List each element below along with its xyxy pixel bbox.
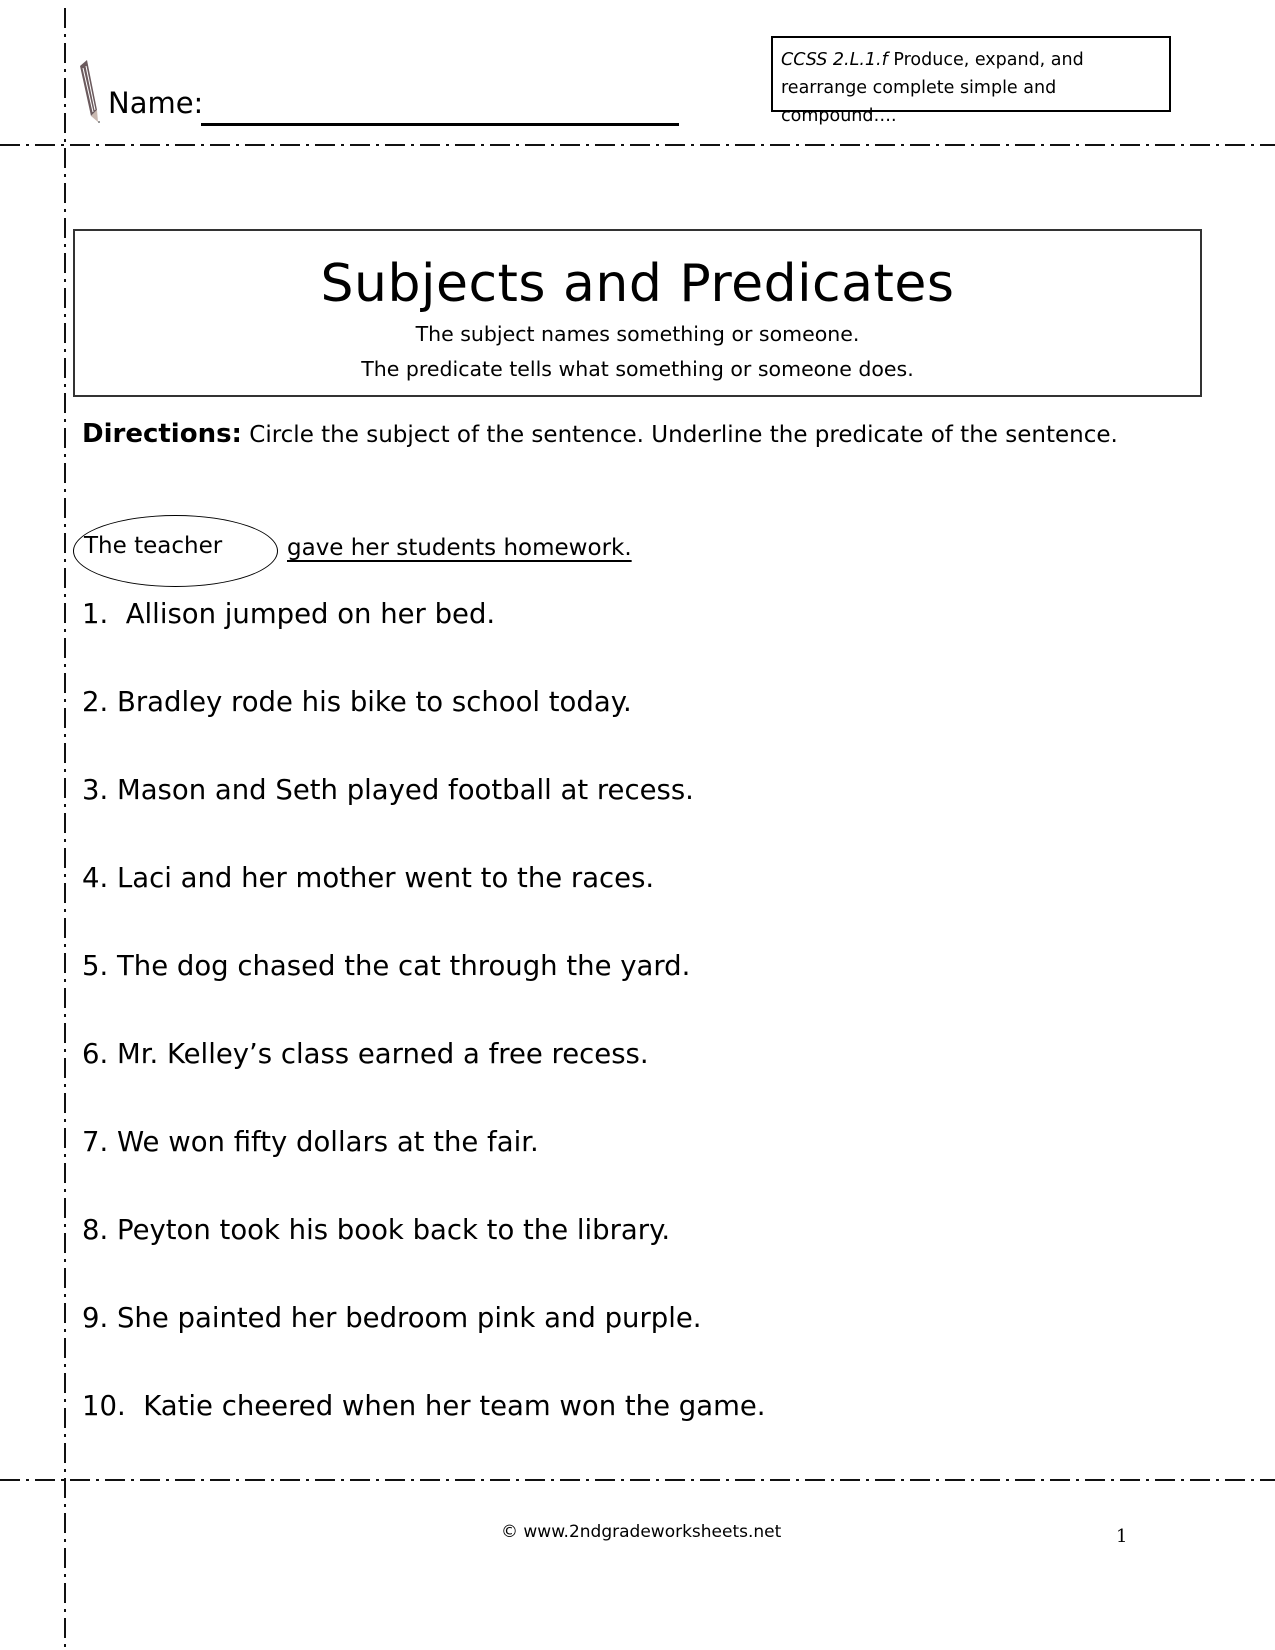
page-title: Subjects and Predicates bbox=[320, 254, 955, 314]
sentence-item[interactable]: 9. She painted her bedroom pink and purp… bbox=[82, 1302, 702, 1334]
top-dashed-divider bbox=[0, 144, 1275, 146]
sentence-item[interactable]: 1. Allison jumped on her bed. bbox=[82, 598, 495, 630]
sentence-item[interactable]: 2. Bradley rode his bike to school today… bbox=[82, 686, 632, 718]
standard-box: CCSS 2.L.1.f Produce, expand, and rearra… bbox=[771, 36, 1171, 126]
sentence-item[interactable]: 10. Katie cheered when her team won the … bbox=[82, 1390, 766, 1422]
copyright-footer: © www.2ndgradeworksheets.net bbox=[501, 1522, 782, 1542]
example-predicate: gave her students homework. bbox=[287, 535, 632, 561]
name-label: Name: bbox=[108, 86, 204, 120]
directions-text: Circle the subject of the sentence. Unde… bbox=[241, 422, 1118, 448]
standard-code: CCSS 2.L.1.f bbox=[781, 50, 888, 70]
title-box: Subjects and Predicates The subject name… bbox=[73, 229, 1202, 397]
page-number: 1 bbox=[1116, 1526, 1128, 1547]
subject-definition: The subject names something or someone. bbox=[415, 322, 860, 346]
bottom-dashed-divider bbox=[0, 1479, 1275, 1481]
example-subject: The teacher bbox=[84, 533, 223, 559]
sentence-item[interactable]: 8. Peyton took his book back to the libr… bbox=[82, 1214, 670, 1246]
standard-text-line2: rearrange complete simple and compound…. bbox=[781, 78, 1057, 126]
pencil-icon bbox=[80, 60, 100, 123]
predicate-definition: The predicate tells what something or so… bbox=[361, 357, 914, 381]
directions-label: Directions: bbox=[82, 419, 242, 449]
sentence-item[interactable]: 7. We won fifty dollars at the fair. bbox=[82, 1126, 539, 1158]
directions: Directions: Circle the subject of the se… bbox=[82, 413, 1202, 456]
vertical-margin-line bbox=[64, 8, 66, 1650]
name-field[interactable] bbox=[201, 123, 679, 126]
sentence-item[interactable]: 5. The dog chased the cat through the ya… bbox=[82, 950, 690, 982]
example-sentence: The teacher gave her students homework. bbox=[73, 515, 773, 587]
sentence-item[interactable]: 6. Mr. Kelley’s class earned a free rece… bbox=[82, 1038, 649, 1070]
sentence-item[interactable]: 3. Mason and Seth played football at rec… bbox=[82, 774, 694, 806]
standard-text-line1: Produce, expand, and bbox=[887, 50, 1084, 70]
sentence-item[interactable]: 4. Laci and her mother went to the races… bbox=[82, 862, 654, 894]
